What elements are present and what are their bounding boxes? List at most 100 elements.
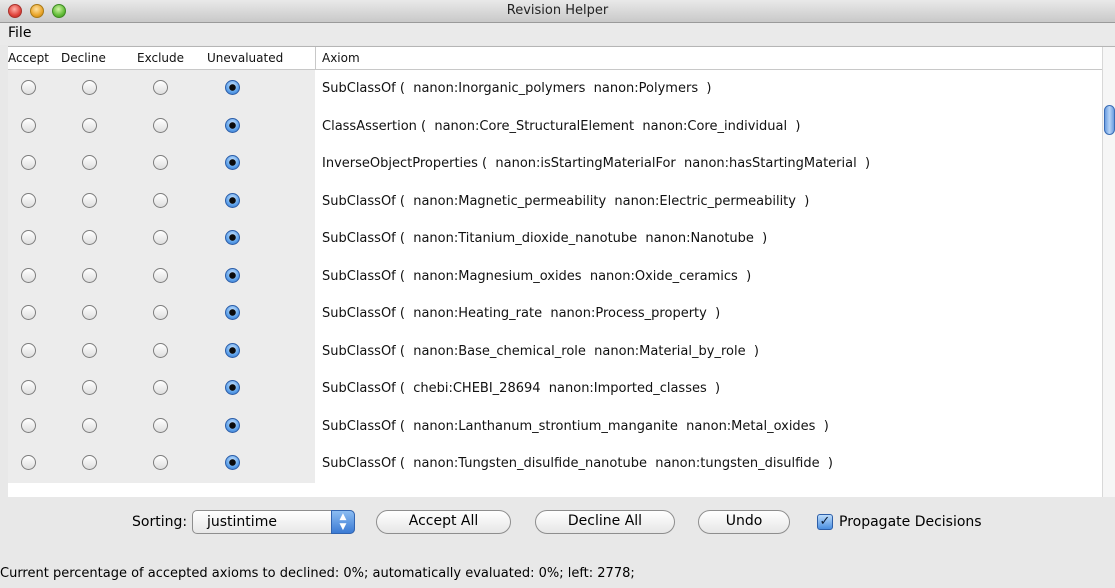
accept-radio[interactable] <box>21 80 36 95</box>
accept-radio[interactable] <box>21 342 36 358</box>
exclude-radio[interactable] <box>153 455 168 470</box>
decline-cell <box>82 380 97 395</box>
accept-cell <box>21 230 36 245</box>
axiom-text[interactable]: SubClassOf ( chebi:CHEBI_28694 nanon:Imp… <box>322 381 720 396</box>
decline-cell <box>82 417 97 433</box>
decline-radio[interactable] <box>82 417 97 433</box>
exclude-radio[interactable] <box>153 155 168 170</box>
axiom-text[interactable]: ClassAssertion ( nanon:Core_StructuralEl… <box>322 119 800 134</box>
scrollbar-thumb[interactable] <box>1104 105 1115 135</box>
accept-cell <box>21 380 36 395</box>
exclude-cell <box>153 80 168 95</box>
axiom-text[interactable]: SubClassOf ( nanon:Titanium_dioxide_nano… <box>322 231 767 246</box>
accept-cell <box>21 192 36 208</box>
exclude-radio[interactable] <box>153 230 168 245</box>
unevaluated-cell <box>225 80 240 95</box>
exclude-cell <box>153 267 168 283</box>
undo-button[interactable]: Undo <box>698 510 790 534</box>
decline-cell <box>82 230 97 245</box>
decline-radio[interactable] <box>82 230 97 245</box>
decline-radio[interactable] <box>82 117 97 133</box>
exclude-radio[interactable] <box>153 80 168 95</box>
decline-radio[interactable] <box>82 155 97 170</box>
header-unevaluated[interactable]: Unevaluated <box>207 51 283 65</box>
accept-radio[interactable] <box>21 155 36 170</box>
exclude-cell <box>153 380 168 395</box>
accept-all-button[interactable]: Accept All <box>376 510 511 534</box>
decline-radio[interactable] <box>82 80 97 95</box>
accept-radio[interactable] <box>21 380 36 395</box>
propagate-decisions-checkbox[interactable]: ✓ <box>817 514 833 530</box>
unevaluated-radio[interactable] <box>225 417 240 433</box>
unevaluated-radio[interactable] <box>225 380 240 395</box>
unevaluated-radio[interactable] <box>225 80 240 95</box>
exclude-radio[interactable] <box>153 267 168 283</box>
sorting-select[interactable]: justintime ▲ ▼ <box>192 510 355 534</box>
decline-all-button[interactable]: Decline All <box>535 510 675 534</box>
accept-radio[interactable] <box>21 417 36 433</box>
exclude-radio[interactable] <box>153 380 168 395</box>
accept-cell <box>21 305 36 320</box>
header-axiom[interactable]: Axiom <box>322 51 360 65</box>
unevaluated-radio[interactable] <box>225 267 240 283</box>
accept-cell <box>21 342 36 358</box>
header-exclude[interactable]: Exclude <box>137 51 184 65</box>
header-separator <box>315 47 316 69</box>
axiom-text[interactable]: SubClassOf ( nanon:Magnetic_permeability… <box>322 194 809 209</box>
table-body: SubClassOf ( nanon:Inorganic_polymers na… <box>8 70 1102 483</box>
unevaluated-radio[interactable] <box>225 230 240 245</box>
unevaluated-radio[interactable] <box>225 155 240 170</box>
decline-radio[interactable] <box>82 342 97 358</box>
sorting-label: Sorting: <box>132 514 188 530</box>
axiom-text[interactable]: SubClassOf ( nanon:Lanthanum_strontium_m… <box>322 419 829 434</box>
axiom-text[interactable]: SubClassOf ( nanon:Inorganic_polymers na… <box>322 81 711 96</box>
exclude-radio[interactable] <box>153 417 168 433</box>
accept-radio[interactable] <box>21 230 36 245</box>
unevaluated-cell <box>225 155 240 170</box>
accept-radio[interactable] <box>21 305 36 320</box>
menu-file[interactable]: File <box>8 25 31 41</box>
table-row: ClassAssertion ( nanon:Core_StructuralEl… <box>8 107 1102 145</box>
decline-cell <box>82 192 97 208</box>
unevaluated-cell <box>225 342 240 358</box>
accept-radio[interactable] <box>21 192 36 208</box>
unevaluated-cell <box>225 230 240 245</box>
propagate-decisions-label[interactable]: Propagate Decisions <box>839 514 982 530</box>
unevaluated-cell <box>225 455 240 470</box>
decline-cell <box>82 80 97 95</box>
decline-radio[interactable] <box>82 380 97 395</box>
table-row: SubClassOf ( nanon:Titanium_dioxide_nano… <box>8 220 1102 258</box>
unevaluated-radio[interactable] <box>225 455 240 470</box>
exclude-radio[interactable] <box>153 342 168 358</box>
exclude-radio[interactable] <box>153 117 168 133</box>
decline-radio[interactable] <box>82 455 97 470</box>
decline-radio[interactable] <box>82 192 97 208</box>
vertical-scrollbar[interactable] <box>1102 47 1115 497</box>
decline-radio[interactable] <box>82 305 97 320</box>
accept-radio[interactable] <box>21 455 36 470</box>
exclude-cell <box>153 117 168 133</box>
exclude-radio[interactable] <box>153 305 168 320</box>
decline-cell <box>82 342 97 358</box>
unevaluated-cell <box>225 380 240 395</box>
unevaluated-radio[interactable] <box>225 117 240 133</box>
accept-radio[interactable] <box>21 117 36 133</box>
axiom-text[interactable]: SubClassOf ( nanon:Magnesium_oxides nano… <box>322 269 751 284</box>
unevaluated-radio[interactable] <box>225 342 240 358</box>
accept-radio[interactable] <box>21 267 36 283</box>
table-row: InverseObjectProperties ( nanon:isStarti… <box>8 145 1102 183</box>
sorting-select-value: justintime <box>207 514 277 530</box>
unevaluated-radio[interactable] <box>225 192 240 208</box>
table-row: SubClassOf ( nanon:Magnesium_oxides nano… <box>8 257 1102 295</box>
table-row: SubClassOf ( nanon:Inorganic_polymers na… <box>8 70 1102 108</box>
decline-radio[interactable] <box>82 267 97 283</box>
exclude-radio[interactable] <box>153 192 168 208</box>
table-row: SubClassOf ( nanon:Tungsten_disulfide_na… <box>8 445 1102 483</box>
axiom-text[interactable]: SubClassOf ( nanon:Base_chemical_role na… <box>322 344 759 359</box>
axiom-text[interactable]: SubClassOf ( nanon:Heating_rate nanon:Pr… <box>322 306 720 321</box>
header-accept[interactable]: Accept <box>8 51 49 65</box>
axiom-text[interactable]: InverseObjectProperties ( nanon:isStarti… <box>322 156 870 171</box>
unevaluated-radio[interactable] <box>225 305 240 320</box>
header-decline[interactable]: Decline <box>61 51 106 65</box>
axiom-text[interactable]: SubClassOf ( nanon:Tungsten_disulfide_na… <box>322 456 833 471</box>
